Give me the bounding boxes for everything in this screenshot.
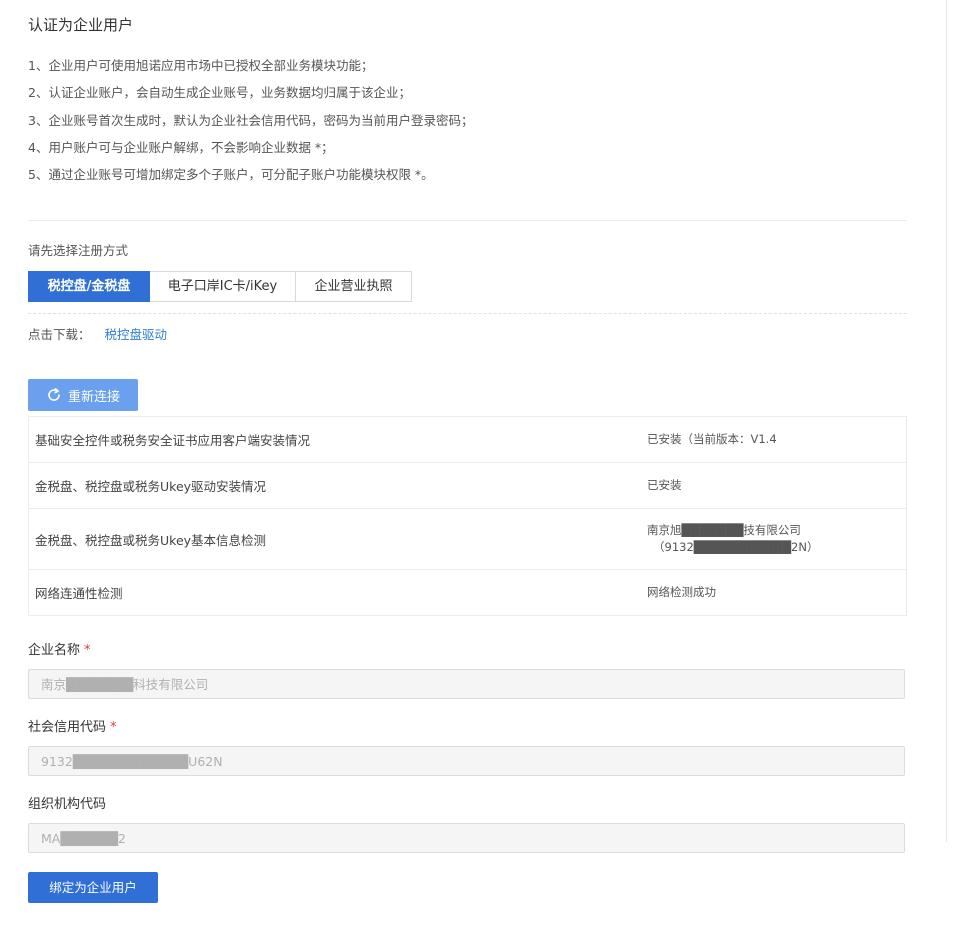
note-item: 1、企业用户可使用旭诺应用市场中已授权全部业务模块功能； bbox=[28, 58, 374, 73]
dashed-divider bbox=[28, 313, 907, 314]
note-item: 5、通过企业账号可增加绑定多个子账户，可分配子账户功能模块权限 *。 bbox=[28, 167, 434, 183]
check-status: 南京旭███████技有限公司 bbox=[647, 523, 801, 537]
org-code-field[interactable]: MA██████2 bbox=[28, 823, 905, 853]
driver-download-link[interactable]: 税控盘驱动 bbox=[105, 327, 168, 342]
tab-port-ic-card[interactable]: 电子口岸IC卡/iKey bbox=[149, 271, 296, 302]
company-name-field[interactable]: 南京███████科技有限公司 bbox=[28, 669, 905, 699]
required-mark: * bbox=[84, 643, 91, 658]
table-row: 网络连通性检测 网络检测成功 bbox=[29, 569, 906, 615]
note-item: 3、企业账号首次生成时，默认为企业社会信用代码，密码为当前用户登录密码； bbox=[28, 112, 474, 128]
check-status: 网络检测成功 bbox=[647, 585, 716, 599]
bind-enterprise-button[interactable]: 绑定为企业用户 bbox=[28, 872, 158, 903]
register-method-label: 请先选择注册方式 bbox=[28, 243, 129, 258]
credit-code-field[interactable]: 9132████████████U62N bbox=[28, 746, 905, 776]
table-row: 金税盘、税控盘或税务Ukey基本信息检测 南京旭███████技有限公司 （91… bbox=[29, 508, 906, 569]
register-method-tabs: 税控盘/金税盘 电子口岸IC卡/iKey 企业营业执照 bbox=[28, 271, 412, 302]
section-divider bbox=[28, 220, 907, 221]
check-status: 已安装（当前版本：V1.4 bbox=[647, 432, 777, 446]
org-code-label: 组织机构代码 bbox=[28, 797, 107, 812]
reconnect-button[interactable]: 重新连接 bbox=[28, 379, 138, 411]
download-label: 点击下载： bbox=[28, 327, 91, 342]
refresh-icon bbox=[46, 387, 62, 403]
check-status-block: 南京旭███████技有限公司 （9132███████████2N） bbox=[647, 522, 906, 556]
tab-business-license[interactable]: 企业营业执照 bbox=[295, 271, 412, 302]
company-name-label: 企业名称 * bbox=[28, 643, 91, 658]
note-item: 2、认证企业账户，会自动生成企业账号，业务数据均归属于该企业； bbox=[28, 85, 411, 101]
download-row: 点击下载： 税控盘驱动 bbox=[28, 326, 167, 344]
check-name: 金税盘、税控盘或税务Ukey驱动安装情况 bbox=[35, 479, 267, 494]
tab-tax-control-disk[interactable]: 税控盘/金税盘 bbox=[28, 271, 150, 302]
required-mark: * bbox=[110, 720, 117, 735]
check-name: 金税盘、税控盘或税务Ukey基本信息检测 bbox=[35, 532, 267, 548]
page-title: 认证为企业用户 bbox=[28, 16, 134, 34]
note-item: 4、用户账户可与企业账户解绑，不会影响企业数据 *； bbox=[28, 139, 334, 155]
check-name: 基础安全控件或税务安全证书应用客户端安装情况 bbox=[35, 433, 311, 448]
table-row: 基础安全控件或税务安全证书应用客户端安装情况 已安装（当前版本：V1.4 bbox=[29, 417, 906, 462]
check-name: 网络连通性检测 bbox=[35, 586, 123, 601]
right-border-line bbox=[946, 0, 947, 842]
credit-code-label: 社会信用代码 * bbox=[28, 720, 117, 735]
notes-list: 1、企业用户可使用旭诺应用市场中已授权全部业务模块功能； 2、认证企业账户，会自… bbox=[28, 55, 473, 191]
table-row: 金税盘、税控盘或税务Ukey驱动安装情况 已安装 bbox=[29, 462, 906, 508]
environment-check-table: 基础安全控件或税务安全证书应用客户端安装情况 已安装（当前版本：V1.4 金税盘… bbox=[28, 416, 907, 616]
check-status: 已安装 bbox=[647, 478, 682, 492]
reconnect-label: 重新连接 bbox=[67, 389, 120, 405]
check-status-sub: （9132███████████2N） bbox=[653, 540, 819, 554]
